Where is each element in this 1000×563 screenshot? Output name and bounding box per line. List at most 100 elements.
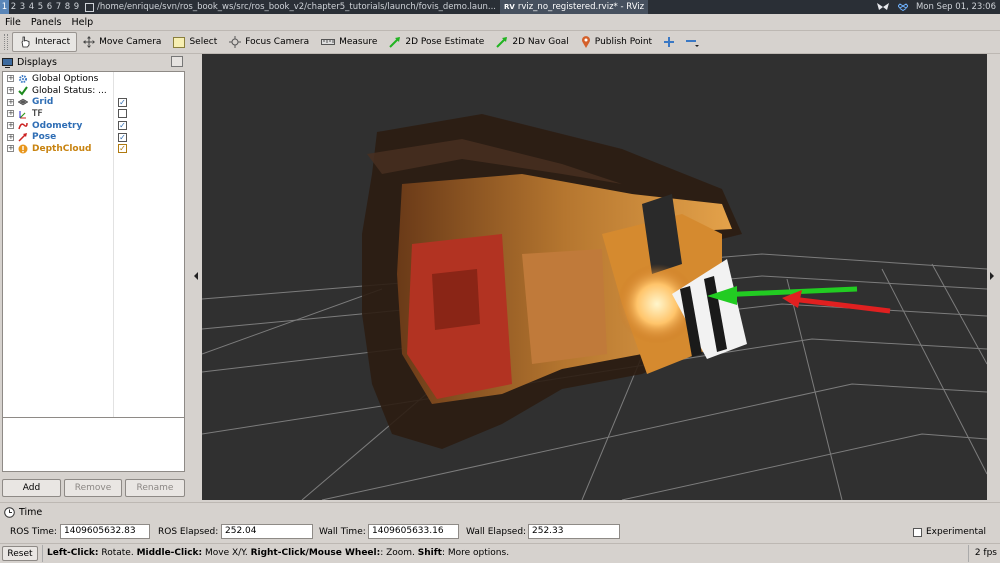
ros-time-field[interactable]: 1409605632.83 <box>60 524 150 539</box>
toolbar-handle[interactable] <box>4 34 8 50</box>
expand-icon[interactable]: + <box>7 122 14 130</box>
help-middle-click-key: Middle-Click: <box>136 548 203 558</box>
help-left-click-text: Rotate. <box>98 548 137 558</box>
depthcloud-enabled-checkbox[interactable]: ✓ <box>118 144 127 154</box>
taskbar-rviz-window[interactable]: RV rviz_no_registered.rviz* - RViz <box>500 0 649 14</box>
gear-icon <box>17 74 28 84</box>
render-viewport-3d[interactable] <box>202 54 987 500</box>
expand-icon[interactable]: + <box>7 133 14 141</box>
interact-label: Interact <box>35 37 71 47</box>
experimental-label: Experimental <box>926 527 987 537</box>
expand-icon[interactable]: + <box>7 75 14 83</box>
expand-icon[interactable]: + <box>7 87 14 95</box>
rviz-app-icon: RV <box>504 3 515 11</box>
rviz-window-title: rviz_no_registered.rviz* - RViz <box>517 2 645 12</box>
focus-camera-label: Focus Camera <box>245 37 310 47</box>
desktop-top-panel: 123456789 /home/enrique/svn/ros_book_ws/… <box>0 0 1000 14</box>
panel-float-button[interactable] <box>171 56 183 67</box>
workspace-switcher[interactable]: 123456789 <box>0 0 81 14</box>
clock[interactable]: Mon Sep 01, 23:06 <box>916 2 996 12</box>
depth-point-cloud <box>362 114 747 449</box>
minus-dropdown-icon <box>686 40 700 47</box>
wall-elapsed-field[interactable]: 252.33 <box>528 524 620 539</box>
publish-point-tool[interactable]: Publish Point <box>575 32 658 52</box>
select-box-icon <box>173 36 186 48</box>
time-panel-header: Time <box>4 505 42 519</box>
display-label: Grid <box>32 97 54 108</box>
grid-enabled-checkbox[interactable]: ✓ <box>118 97 127 107</box>
add-tool-button[interactable] <box>658 32 680 52</box>
display-item-global-options[interactable]: + Global Options <box>3 73 184 85</box>
select-tool[interactable]: Select <box>167 32 223 52</box>
menu-help[interactable]: Help <box>71 17 93 28</box>
wall-time-field[interactable]: 1409605633.16 <box>368 524 459 539</box>
nav-goal-tool[interactable]: 2D Nav Goal <box>490 32 574 52</box>
dropbox-icon[interactable] <box>897 2 908 12</box>
nav-goal-label: 2D Nav Goal <box>512 37 569 47</box>
workspace-8[interactable]: 8 <box>63 0 72 14</box>
help-right-click-key: Right-Click/Mouse Wheel: <box>250 548 381 558</box>
taskbar-terminal-window[interactable]: /home/enrique/svn/ros_book_ws/src/ros_bo… <box>81 0 500 14</box>
workspace-2[interactable]: 2 <box>9 0 18 14</box>
butterfly-icon[interactable] <box>876 2 890 12</box>
menu-file[interactable]: File <box>5 17 21 28</box>
reset-button[interactable]: Reset <box>2 546 38 561</box>
displays-tree[interactable]: + Global Options + Global Status: ... + … <box>2 71 185 466</box>
expand-icon[interactable]: + <box>7 110 14 118</box>
expand-icon[interactable]: + <box>7 98 14 106</box>
move-camera-tool[interactable]: Move Camera <box>77 32 167 52</box>
clock-icon <box>4 506 15 518</box>
display-item-grid[interactable]: + Grid ✓ <box>3 96 184 108</box>
ros-elapsed-field[interactable]: 252.04 <box>221 524 313 539</box>
mouse-help-text: Left-Click: Rotate. Middle-Click: Move X… <box>42 545 968 562</box>
wall-elapsed-label: Wall Elapsed: <box>466 527 527 537</box>
pose-estimate-tool[interactable]: 2D Pose Estimate <box>383 32 490 52</box>
workspace-3[interactable]: 3 <box>18 0 27 14</box>
display-item-pose[interactable]: + Pose ✓ <box>3 131 184 143</box>
display-label: Global Options <box>32 73 99 84</box>
workspace-6[interactable]: 6 <box>45 0 54 14</box>
pose-icon <box>17 132 28 142</box>
focus-camera-icon <box>229 36 242 48</box>
focus-camera-tool[interactable]: Focus Camera <box>223 32 315 52</box>
add-display-button[interactable]: Add <box>2 479 61 497</box>
workspace-1[interactable]: 1 <box>0 0 9 14</box>
display-label: Odometry <box>32 120 83 131</box>
grid-icon <box>17 97 28 107</box>
tf-icon <box>17 109 28 119</box>
terminal-icon <box>85 2 94 12</box>
display-item-global-status[interactable]: + Global Status: ... <box>3 85 184 97</box>
experimental-checkbox[interactable] <box>913 527 922 537</box>
menu-panels[interactable]: Panels <box>31 17 62 28</box>
interact-tool[interactable]: Interact <box>12 32 78 52</box>
workspace-7[interactable]: 7 <box>54 0 63 14</box>
select-label: Select <box>189 37 218 47</box>
help-right-click-text: : Zoom. <box>380 548 418 558</box>
odometry-icon <box>17 121 28 131</box>
display-description-box <box>2 417 185 472</box>
ruler-icon <box>321 39 336 45</box>
right-dock-splitter[interactable] <box>987 54 1000 500</box>
pose-enabled-checkbox[interactable]: ✓ <box>118 132 127 142</box>
expand-icon[interactable]: + <box>7 145 14 153</box>
experimental-option[interactable]: Experimental <box>913 527 986 537</box>
remove-display-button[interactable]: Remove <box>64 479 122 497</box>
display-item-tf[interactable]: + TF <box>3 108 184 120</box>
collapse-right-arrow-icon[interactable] <box>990 272 994 280</box>
left-dock-splitter[interactable] <box>187 54 201 500</box>
scene-3d <box>202 114 987 500</box>
rename-display-button[interactable]: Rename <box>125 479 185 497</box>
measure-label: Measure <box>339 37 378 47</box>
workspace-5[interactable]: 5 <box>36 0 45 14</box>
measure-tool[interactable]: Measure <box>315 32 383 52</box>
workspace-4[interactable]: 4 <box>27 0 36 14</box>
workspace-9[interactable]: 9 <box>72 0 81 14</box>
remove-tool-button[interactable] <box>680 32 706 52</box>
collapse-left-arrow-icon[interactable] <box>194 272 198 280</box>
display-item-depthcloud[interactable]: + DepthCloud ✓ <box>3 143 184 155</box>
ros-elapsed-label: ROS Elapsed: <box>158 527 219 537</box>
terminal-window-title: /home/enrique/svn/ros_book_ws/src/ros_bo… <box>97 2 497 12</box>
display-item-odometry[interactable]: + Odometry ✓ <box>3 120 184 132</box>
tf-enabled-checkbox[interactable] <box>118 109 127 119</box>
odometry-enabled-checkbox[interactable]: ✓ <box>118 121 127 131</box>
